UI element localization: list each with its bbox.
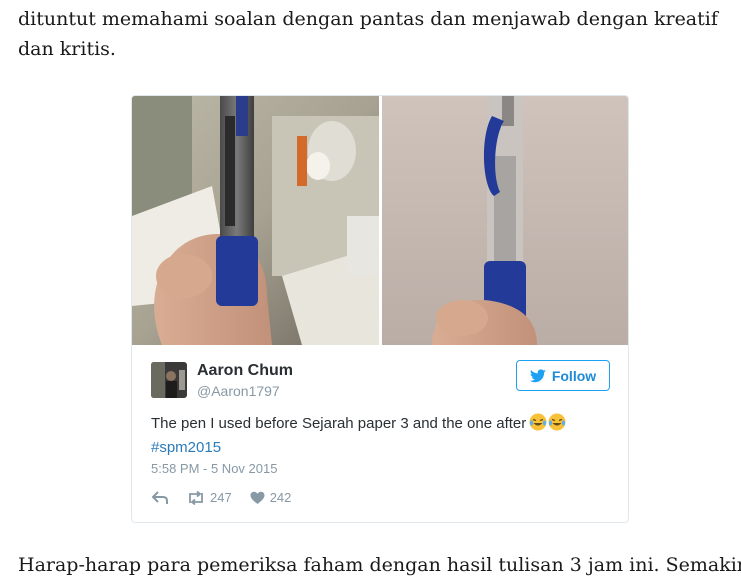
heart-icon: [250, 491, 265, 504]
follow-button[interactable]: Follow: [516, 360, 610, 391]
reply-icon: [152, 490, 168, 504]
tweet-timestamp[interactable]: 5:58 PM - 5 Nov 2015: [151, 461, 277, 476]
tweet-media[interactable]: [132, 96, 628, 345]
retweet-count: 247: [210, 490, 232, 505]
retweet-icon: [189, 490, 203, 505]
joy-emoji-icon: [548, 413, 566, 437]
twitter-bird-icon: [529, 368, 546, 382]
photo-after: [382, 96, 628, 345]
author-name[interactable]: Aaron Chum: [197, 362, 293, 380]
author-handle[interactable]: @Aaron1797: [197, 383, 280, 399]
tweet-actions: 247 242: [152, 490, 309, 505]
photo-before: [132, 96, 379, 345]
joy-emoji-icon: [529, 413, 547, 437]
tweet-body: The pen I used before Sejarah paper 3 an…: [151, 415, 527, 432]
hashtag-link[interactable]: #spm2015: [151, 437, 621, 458]
like-count: 242: [269, 490, 292, 505]
article-paragraph-bottom: Harap-harap para pemeriksa faham dengan …: [18, 554, 741, 576]
retweet-button[interactable]: 247: [187, 490, 232, 505]
author-avatar[interactable]: [151, 362, 187, 398]
tweet-text: The pen I used before Sejarah paper 3 an…: [151, 413, 621, 458]
reply-button[interactable]: [152, 490, 169, 505]
like-button[interactable]: 242: [250, 490, 292, 505]
follow-label: Follow: [551, 367, 597, 384]
article-paragraph-top: dituntut memahami soalan dengan pantas d…: [18, 8, 718, 60]
tweet-photos: [132, 96, 628, 345]
embedded-tweet: Aaron Chum @Aaron1797 Follow The pen I u…: [131, 95, 629, 523]
